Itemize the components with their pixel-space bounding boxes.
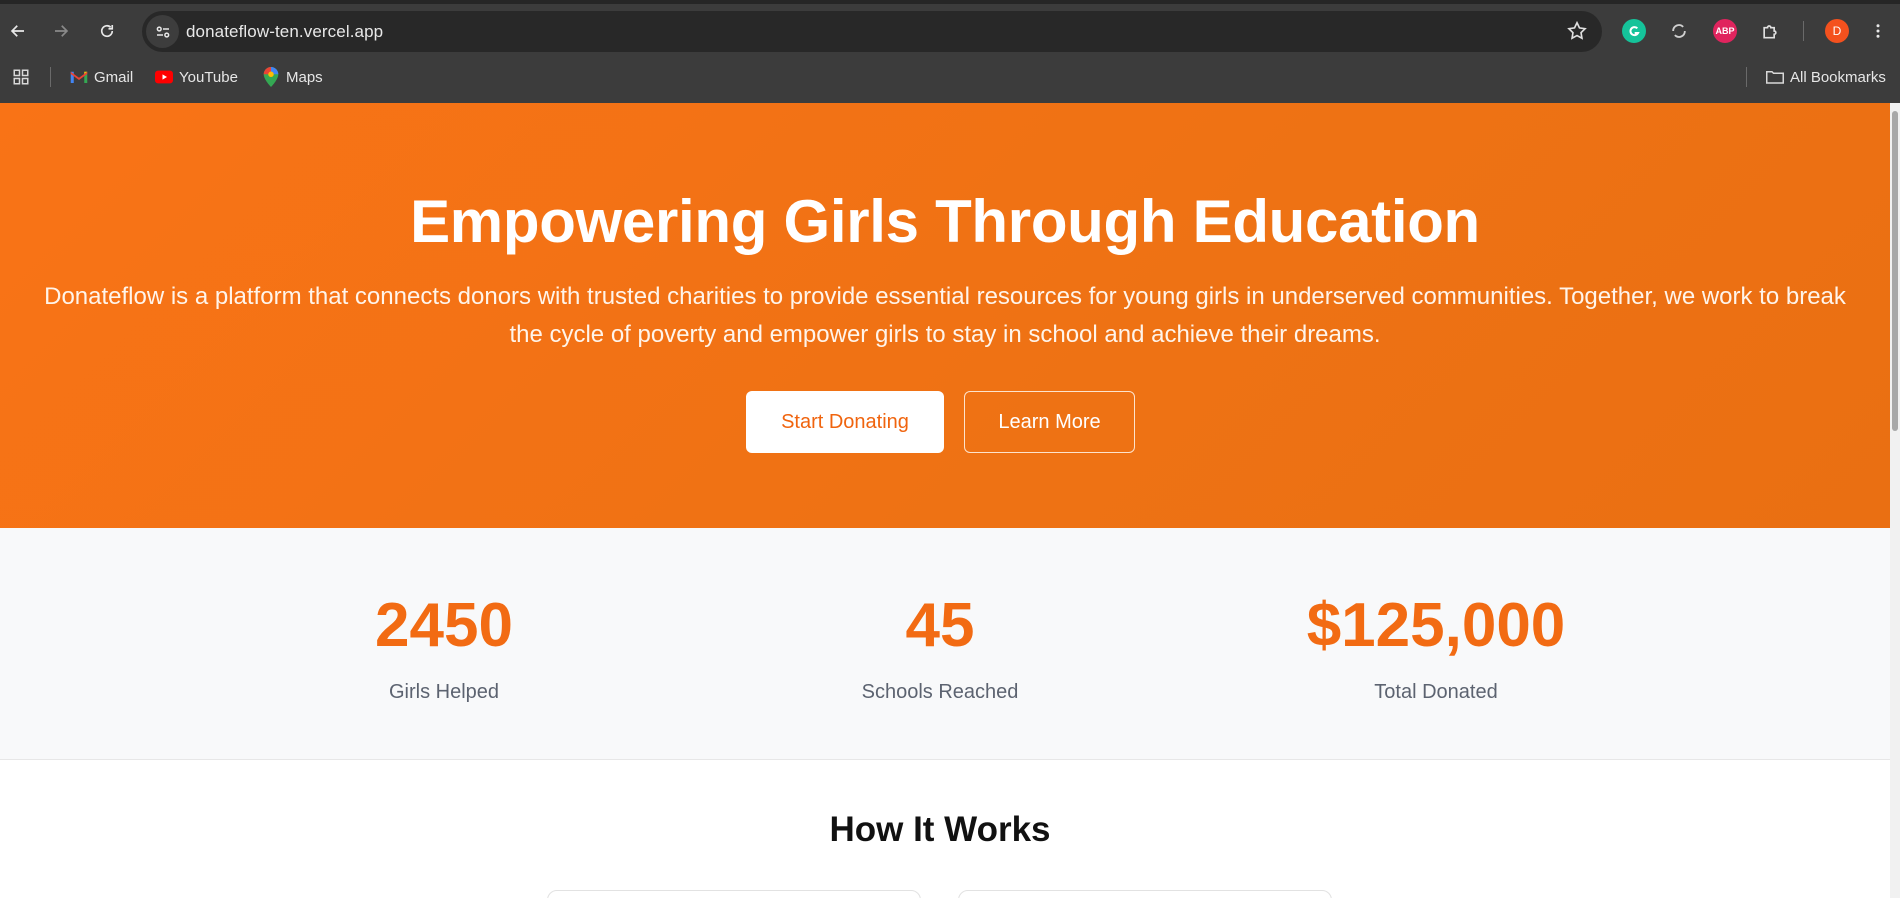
page-scrollbar[interactable]	[1890, 103, 1900, 898]
reload-button[interactable]	[92, 16, 122, 46]
bookmark-label: YouTube	[179, 68, 238, 86]
forward-arrow-icon	[55, 25, 69, 37]
kebab-menu-icon	[1876, 24, 1880, 38]
youtube-icon	[155, 68, 173, 86]
forward-button[interactable]	[46, 16, 76, 46]
grammarly-icon[interactable]	[1622, 19, 1646, 43]
abp-label: ABP	[1715, 26, 1735, 36]
stat-label: Schools Reached	[861, 681, 1019, 703]
bookmarks-divider	[50, 67, 51, 87]
address-bar[interactable]: donateflow-ten.vercel.app	[142, 11, 1602, 52]
profile-initial: D	[1832, 24, 1842, 38]
all-bookmarks-button[interactable]: All Bookmarks	[1766, 66, 1886, 88]
extensions-puzzle-icon[interactable]	[1758, 19, 1782, 43]
page-viewport: Empowering Girls Through Education Donat…	[0, 103, 1890, 898]
how-it-works-title: How It Works	[829, 810, 1051, 849]
bookmarks-divider-right	[1746, 67, 1747, 87]
bookmark-label: Gmail	[94, 68, 134, 86]
adblock-plus-icon[interactable]: ABP	[1713, 19, 1737, 43]
gmail-icon	[70, 68, 88, 86]
bookmarks-bar: Gmail YouTube Maps All Bookmarks	[0, 63, 1900, 91]
stat-value: 45	[905, 591, 975, 660]
learn-more-button[interactable]: Learn More	[964, 391, 1135, 453]
stat-value: 2450	[375, 591, 513, 660]
stat-value: $125,000	[1306, 591, 1566, 660]
hero-title: Empowering Girls Through Education	[410, 188, 1480, 255]
bookmark-maps[interactable]: Maps	[262, 66, 323, 88]
url-text[interactable]: donateflow-ten.vercel.app	[186, 22, 383, 42]
bookmark-youtube[interactable]: YouTube	[155, 66, 238, 88]
bookmark-star-icon[interactable]	[1566, 20, 1588, 42]
how-it-works-section: How It Works	[0, 760, 1890, 898]
scrollbar-thumb[interactable]	[1892, 111, 1898, 431]
maps-icon	[262, 67, 280, 87]
reload-icon	[100, 24, 114, 38]
bookmark-gmail[interactable]: Gmail	[70, 66, 133, 88]
how-it-works-card	[958, 890, 1332, 898]
sync-extension-icon[interactable]	[1667, 19, 1691, 43]
site-info-button[interactable]	[146, 15, 179, 48]
toolbar-divider	[1803, 21, 1804, 41]
hero-section: Empowering Girls Through Education Donat…	[0, 103, 1890, 528]
tab-strip-edge	[0, 0, 1900, 4]
folder-icon	[1766, 68, 1784, 86]
back-arrow-icon	[10, 25, 24, 37]
apps-grid-icon	[12, 68, 30, 86]
apps-button[interactable]	[12, 66, 30, 88]
browser-menu-button[interactable]	[1866, 16, 1890, 46]
stat-label: Girls Helped	[388, 681, 500, 703]
bookmark-label: Maps	[286, 68, 323, 86]
start-donating-button[interactable]: Start Donating	[746, 391, 944, 453]
site-settings-icon	[156, 25, 169, 38]
hero-description: Donateflow is a platform that connects d…	[44, 283, 1846, 348]
how-it-works-card	[547, 890, 921, 898]
stat-label: Total Donated	[1374, 681, 1498, 703]
stats-section: 2450 Girls Helped 45 Schools Reached $12…	[0, 528, 1890, 760]
browser-chrome: donateflow-ten.vercel.app ABP D Gmail Yo…	[0, 0, 1900, 103]
all-bookmarks-label: All Bookmarks	[1790, 68, 1886, 86]
profile-avatar[interactable]: D	[1825, 19, 1849, 43]
back-button[interactable]	[3, 16, 33, 46]
